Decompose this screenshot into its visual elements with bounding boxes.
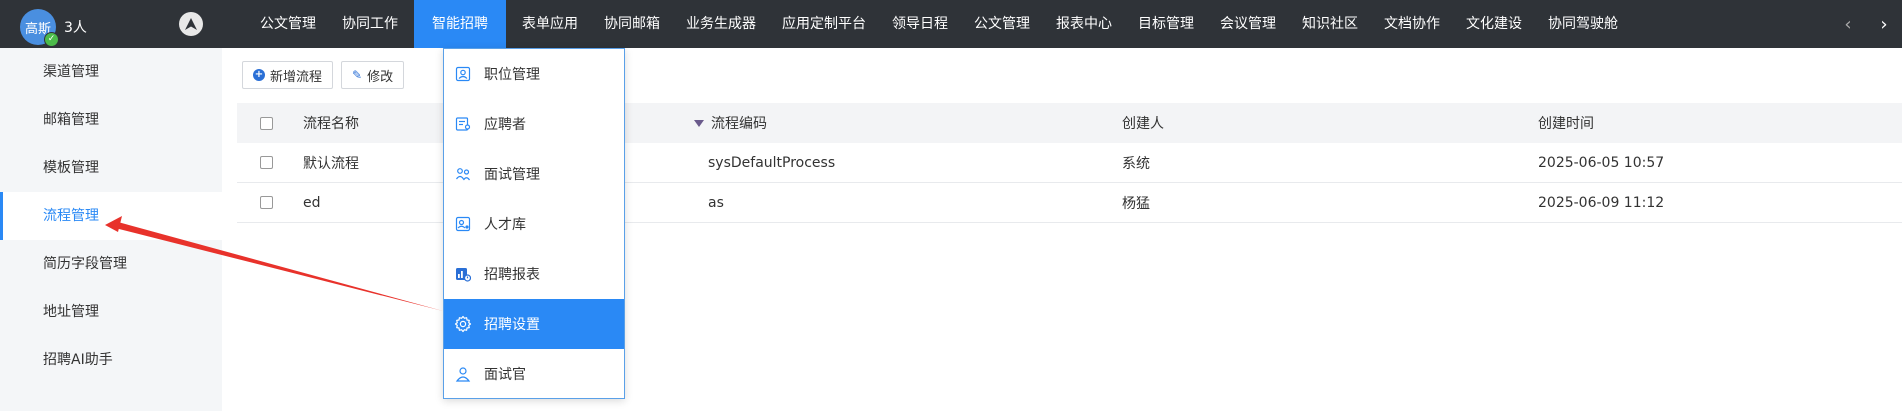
member-count: 3人 [64,20,87,36]
avatar[interactable]: 高斯 ✓ [20,9,59,47]
column-header-code-label: 流程编码 [711,116,767,132]
cell-code: as [708,194,724,211]
pencil-icon: ✎ [352,68,363,82]
sidebar-item-mailbox-management[interactable]: 邮箱管理 [0,96,222,144]
nav-item-app-customization[interactable]: 应用定制平台 [772,0,876,48]
nav-item-business-generator[interactable]: 业务生成器 [676,0,766,48]
menu-item-label: 招聘报表 [484,267,540,283]
sidebar-item-channel-management[interactable]: 渠道管理 [0,48,222,96]
menu-item-interview-management[interactable]: 面试管理 [444,149,624,199]
nav-item-smart-recruitment[interactable]: 智能招聘 [414,0,506,48]
cell-creator: 杨猛 [1122,195,1150,212]
menu-item-interviewer[interactable]: 面试官 [444,349,624,399]
select-all-checkbox[interactable] [260,116,273,130]
app-logo-icon[interactable] [179,12,203,36]
verified-check-icon: ✓ [44,32,59,47]
nav-item-collaboration[interactable]: 协同工作 [332,0,408,48]
recruitment-dropdown-menu: 职位管理 应聘者 面试管理 人才库 招聘报表 招聘设置 面试官 [443,48,625,399]
module-nav: 公文管理 协同工作 智能招聘 表单应用 协同邮箱 业务生成器 应用定制平台 领导… [250,0,1634,48]
menu-item-talent-pool[interactable]: 人才库 [444,199,624,249]
nav-item-leader-schedule[interactable]: 领导日程 [882,0,958,48]
row-checkbox[interactable] [260,156,273,169]
chevron-right-icon[interactable]: › [1866,14,1902,35]
edit-label: 修改 [367,69,394,85]
menu-item-recruitment-settings[interactable]: 招聘设置 [444,299,624,349]
add-process-button[interactable]: + 新增流程 [242,61,334,89]
interview-icon [454,165,472,183]
column-header-creator[interactable]: 创建人 [1122,113,1538,133]
plus-icon: + [253,69,265,81]
nav-item-collab-mailbox[interactable]: 协同邮箱 [594,0,670,48]
cell-created-time: 2025-06-05 10:57 [1538,154,1665,171]
nav-item-collab-cockpit[interactable]: 协同驾驶舱 [1538,0,1628,48]
edit-button[interactable]: ✎ 修改 [341,61,405,89]
position-icon [454,65,472,83]
nav-item-meeting-management[interactable]: 会议管理 [1210,0,1286,48]
menu-item-recruitment-report[interactable]: 招聘报表 [444,249,624,299]
menu-item-label: 职位管理 [484,67,540,83]
sidebar-item-address-management[interactable]: 地址管理 [0,288,222,336]
nav-item-doc-collaboration[interactable]: 文档协作 [1374,0,1450,48]
gear-icon [454,315,472,333]
menu-item-label: 应聘者 [484,117,526,133]
add-process-label: 新增流程 [270,69,323,85]
applicant-icon [454,115,472,133]
report-icon [454,265,472,283]
nav-scroll-arrows: ‹ › [1830,0,1902,48]
sidebar-item-recruitment-ai-assistant[interactable]: 招聘AI助手 [0,336,222,384]
sidebar-item-process-management[interactable]: 流程管理 [0,192,222,240]
nav-item-goal-management[interactable]: 目标管理 [1128,0,1204,48]
nav-item-document-management[interactable]: 公文管理 [250,0,326,48]
menu-item-position-management[interactable]: 职位管理 [444,49,624,99]
row-checkbox[interactable] [260,196,273,209]
menu-item-label: 面试管理 [484,167,540,183]
menu-item-label: 面试官 [484,367,526,383]
sidebar-item-template-management[interactable]: 模板管理 [0,144,222,192]
sidebar: 渠道管理 邮箱管理 模板管理 流程管理 简历字段管理 地址管理 招聘AI助手 [0,48,222,411]
chevron-left-icon[interactable]: ‹ [1830,14,1866,35]
cell-created-time: 2025-06-09 11:12 [1538,194,1665,211]
cell-creator: 系统 [1122,155,1150,172]
menu-item-label: 招聘设置 [484,317,540,333]
cell-code: sysDefaultProcess [708,154,836,171]
nav-item-document-management-2[interactable]: 公文管理 [964,0,1040,48]
sort-desc-icon[interactable] [694,119,704,127]
user-info[interactable]: 高斯 ✓ 3人 [20,9,87,47]
nav-item-form-apps[interactable]: 表单应用 [512,0,588,48]
column-header-code[interactable]: 流程编码 [694,113,1122,133]
nav-item-culture[interactable]: 文化建设 [1456,0,1532,48]
menu-item-label: 人才库 [484,217,526,233]
sidebar-item-resume-field-management[interactable]: 简历字段管理 [0,240,222,288]
top-navigation-bar: 高斯 ✓ 3人 公文管理 协同工作 智能招聘 表单应用 协同邮箱 业务生成器 应… [0,0,1902,48]
toolbar: + 新增流程 ✎ 修改 [242,61,412,89]
nav-item-report-center[interactable]: 报表中心 [1046,0,1122,48]
nav-item-knowledge-community[interactable]: 知识社区 [1292,0,1368,48]
menu-item-applicants[interactable]: 应聘者 [444,99,624,149]
column-header-created-time[interactable]: 创建时间 [1538,113,1838,133]
interviewer-icon [454,365,472,383]
talent-pool-icon [454,215,472,233]
